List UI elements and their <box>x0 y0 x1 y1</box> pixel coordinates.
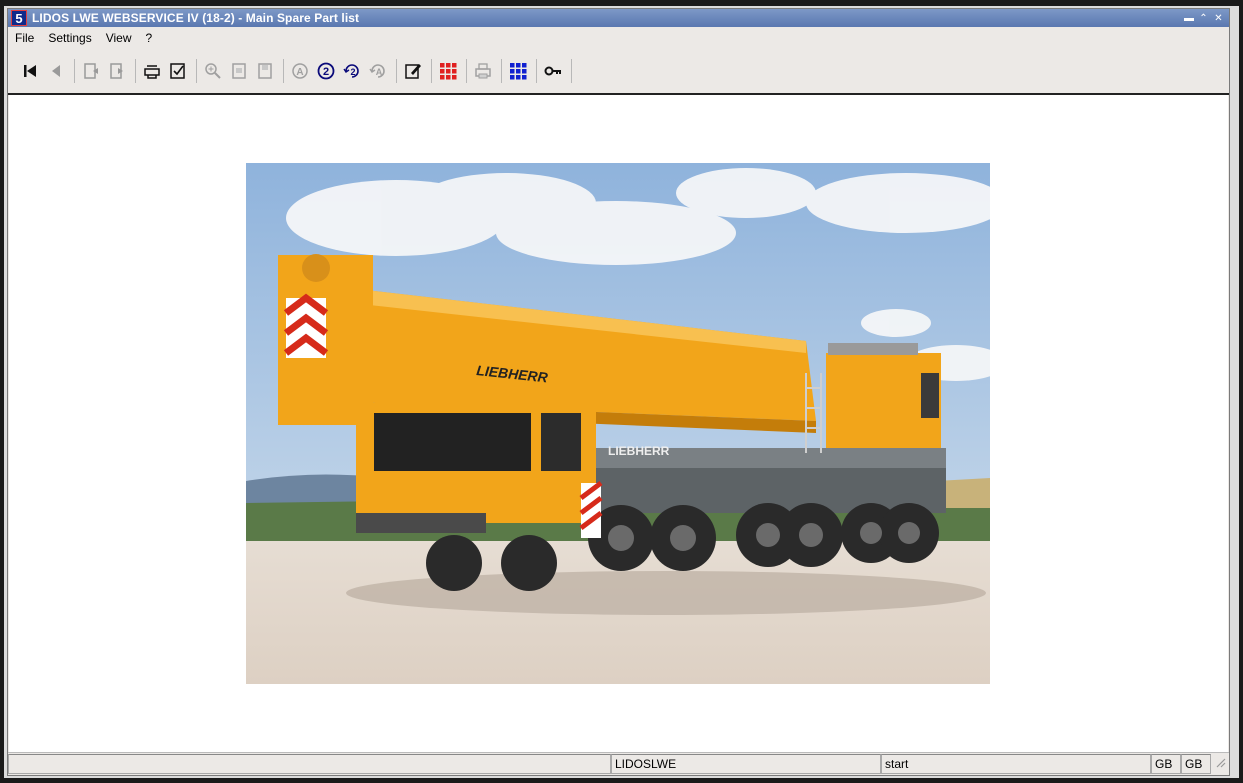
toolbar-separator <box>466 59 467 83</box>
edit-note-icon[interactable] <box>401 59 425 83</box>
menu-file[interactable]: File <box>8 31 41 45</box>
page-save-icon[interactable] <box>253 59 277 83</box>
key-icon[interactable] <box>541 59 565 83</box>
first-page-icon[interactable] <box>18 59 42 83</box>
status-message <box>8 754 611 774</box>
status-language-2: GB <box>1181 754 1211 774</box>
forward-document-icon[interactable] <box>105 59 129 83</box>
cab-brand-text: LIEBHERR <box>608 444 670 458</box>
refresh-a-icon[interactable]: A <box>366 59 390 83</box>
print-list-icon[interactable] <box>140 59 164 83</box>
toolbar-separator <box>396 59 397 83</box>
previous-icon[interactable] <box>44 59 68 83</box>
search-2-icon[interactable]: 2 <box>314 59 338 83</box>
search-a-icon[interactable]: A <box>288 59 312 83</box>
refresh-2-icon[interactable]: 2 <box>340 59 364 83</box>
toolbar-separator <box>196 59 197 83</box>
menu-help[interactable]: ? <box>139 31 160 45</box>
menu-bar: File Settings View ? <box>8 27 1229 48</box>
toolbar-separator <box>135 59 136 83</box>
svg-text:2: 2 <box>323 66 329 78</box>
toolbar-separator <box>501 59 502 83</box>
status-bar: LIDOSLWE start GB GB <box>8 752 1229 775</box>
status-language: GB <box>1151 754 1181 774</box>
document-view: LIEBHERR LIEBHERR <box>9 95 1228 753</box>
grid-red-icon[interactable] <box>436 59 460 83</box>
minimize-icon[interactable]: ▬ <box>1184 13 1194 23</box>
toolbar-separator <box>571 59 572 83</box>
menu-view[interactable]: View <box>99 31 139 45</box>
app-logo-icon: 5 <box>11 10 27 26</box>
toolbar-separator <box>536 59 537 83</box>
window-title: LIDOS LWE WEBSERVICE IV (18-2) - Main Sp… <box>32 11 360 25</box>
application-window: 5 LIDOS LWE WEBSERVICE IV (18-2) - Main … <box>7 8 1230 776</box>
toolbar-separator <box>74 59 75 83</box>
toolbar-separator <box>431 59 432 83</box>
page-icon[interactable] <box>227 59 251 83</box>
back-document-icon[interactable] <box>79 59 103 83</box>
restore-icon[interactable]: ⌃ <box>1199 13 1208 23</box>
grid-blue-icon[interactable] <box>506 59 530 83</box>
crane-photo: LIEBHERR LIEBHERR <box>246 163 990 684</box>
close-icon[interactable]: ✕ <box>1214 13 1223 23</box>
resize-grip-icon[interactable] <box>1211 753 1227 771</box>
status-state: start <box>881 754 1151 774</box>
status-server: LIDOSLWE <box>611 754 881 774</box>
zoom-in-icon[interactable] <box>201 59 225 83</box>
edit-checklist-icon[interactable] <box>166 59 190 83</box>
toolbar: A 2 2 A <box>8 49 1229 95</box>
menu-settings[interactable]: Settings <box>41 31 98 45</box>
svg-text:2: 2 <box>350 67 355 77</box>
svg-text:A: A <box>296 67 303 78</box>
toolbar-separator <box>283 59 284 83</box>
svg-text:A: A <box>376 67 383 77</box>
printer-icon[interactable] <box>471 59 495 83</box>
title-bar[interactable]: 5 LIDOS LWE WEBSERVICE IV (18-2) - Main … <box>8 9 1229 27</box>
